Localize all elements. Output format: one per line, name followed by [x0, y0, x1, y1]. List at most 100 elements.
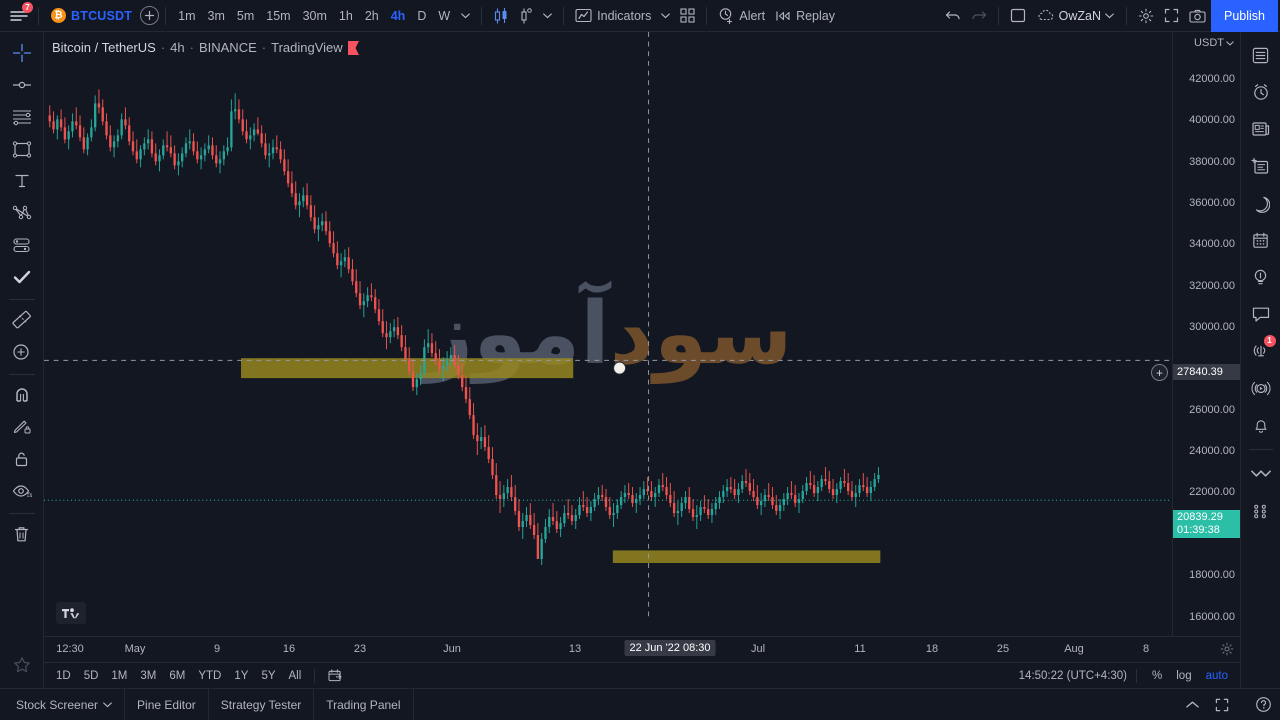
publish-button[interactable]: Publish	[1211, 0, 1278, 32]
range-5Y[interactable]: 5Y	[255, 668, 281, 684]
timeframe-group: 1m 3m 5m 15m 30m 1h 2h 4h D W	[172, 3, 456, 29]
expand-panel-button[interactable]	[1207, 698, 1237, 712]
status-bar-tabs: Stock Screener Pine Editor Strategy Tester…	[4, 689, 414, 720]
alerts-button[interactable]	[1245, 75, 1277, 109]
rectangle-tool[interactable]	[5, 134, 39, 164]
favorites-drawing-tools-button[interactable]	[5, 650, 39, 680]
range-1D[interactable]: 1D	[50, 668, 77, 684]
news-button[interactable]	[1245, 112, 1277, 146]
price-scale-currency-label: USDT	[1194, 37, 1224, 49]
add-symbol-button[interactable]	[140, 6, 160, 25]
crosshair-tool[interactable]	[5, 38, 39, 68]
magnet-tool[interactable]	[5, 380, 39, 410]
statusbar-tab-trading-panel[interactable]: Trading Panel	[314, 689, 414, 720]
statusbar-tab-pine-editor[interactable]: Pine Editor	[125, 689, 209, 720]
statusbar-tab-stock-screener[interactable]: Stock Screener	[4, 689, 126, 720]
collapse-panel-button[interactable]	[1177, 700, 1207, 710]
undo-button[interactable]	[940, 3, 966, 29]
patterns-tool[interactable]	[5, 198, 39, 228]
drawing-mode-tool[interactable]	[5, 412, 39, 442]
rectangle-icon	[12, 140, 31, 158]
go-to-date-button[interactable]	[322, 667, 349, 684]
calendar-button[interactable]	[1245, 223, 1277, 257]
layouts-button[interactable]	[1005, 3, 1031, 29]
public-chat-button[interactable]: 1	[1245, 334, 1277, 368]
price-scale-currency-button[interactable]: USDT	[1173, 32, 1240, 54]
replay-icon	[776, 10, 790, 21]
menu-badge: 7	[22, 1, 33, 13]
hide-drawings-tool[interactable]: fx	[5, 476, 39, 506]
save-layout-button[interactable]: OwZaN	[1031, 3, 1120, 29]
trash-icon	[14, 526, 29, 541]
indicators-dropdown-button[interactable]	[656, 3, 675, 29]
timeframe-D[interactable]: D	[411, 3, 432, 29]
statusbar-tab-label: Stock Screener	[16, 697, 99, 712]
layout-templates-button[interactable]	[675, 3, 700, 29]
notifications-button[interactable]	[1245, 408, 1277, 442]
measure-tool[interactable]	[5, 305, 39, 335]
percent-scale-toggle[interactable]: %	[1146, 668, 1168, 684]
chart-type-button[interactable]	[488, 3, 514, 29]
timeframe-2h[interactable]: 2h	[359, 3, 385, 29]
timeframe-5m[interactable]: 5m	[231, 3, 260, 29]
fullscreen-button[interactable]	[1159, 3, 1184, 29]
time-scale[interactable]: 12:30 May 9 16 23 Jun 13 Jul 11 18 25 Aug 8 22 Jun '2…	[44, 636, 1240, 662]
timeframe-4h[interactable]: 4h	[385, 3, 412, 29]
timeframe-15m[interactable]: 15m	[260, 3, 296, 29]
main-menu-button[interactable]: 7	[6, 1, 33, 29]
chart-style-dropdown-button[interactable]	[538, 3, 557, 29]
range-1M[interactable]: 1M	[105, 668, 133, 684]
sidebar-divider	[1248, 449, 1273, 450]
timeframe-3m[interactable]: 3m	[202, 3, 231, 29]
indicators-button[interactable]: Indicators	[570, 3, 656, 29]
timeframe-1h[interactable]: 1h	[333, 3, 359, 29]
statusbar-tab-strategy-tester[interactable]: Strategy Tester	[209, 689, 315, 720]
redo-button[interactable]	[966, 3, 992, 29]
prediction-tool[interactable]	[5, 230, 39, 260]
range-6M[interactable]: 6M	[163, 668, 191, 684]
timeframe-30m[interactable]: 30m	[297, 3, 333, 29]
object-tree-button[interactable]	[1245, 494, 1277, 528]
symbol-search-button[interactable]: ₿ BTCUSDT	[45, 3, 138, 29]
trend-line-tool[interactable]	[5, 70, 39, 100]
data-window-button[interactable]	[1245, 149, 1277, 183]
watchlist-button[interactable]	[1245, 38, 1277, 72]
hotlist-button[interactable]	[1245, 186, 1277, 220]
remove-drawings-tool[interactable]	[5, 519, 39, 549]
bar-replay-style-button[interactable]	[514, 3, 538, 29]
zoom-in-tool[interactable]	[5, 337, 39, 367]
timeframe-dropdown-button[interactable]	[456, 3, 475, 29]
demand-zone[interactable]	[612, 550, 881, 563]
range-All[interactable]: All	[283, 668, 308, 684]
range-5D[interactable]: 5D	[78, 668, 105, 684]
timeframe-1m[interactable]: 1m	[172, 3, 201, 29]
ideas-button[interactable]	[1245, 260, 1277, 294]
checkmark-tool[interactable]	[5, 262, 39, 292]
following-button[interactable]	[1245, 457, 1277, 491]
chevron-down-icon	[461, 12, 471, 18]
log-scale-toggle[interactable]: log	[1170, 668, 1197, 684]
timeframe-W[interactable]: W	[432, 3, 456, 29]
range-YTD[interactable]: YTD	[192, 668, 227, 684]
time-scale-settings-button[interactable]	[1220, 642, 1234, 656]
chart-settings-button[interactable]	[1133, 3, 1159, 29]
help-button[interactable]	[1246, 696, 1280, 713]
price-chart[interactable]	[44, 32, 1172, 622]
replay-button[interactable]: Replay	[770, 3, 840, 29]
lock-drawings-tool[interactable]	[5, 444, 39, 474]
crosshair-icon	[12, 43, 31, 63]
snapshot-button[interactable]	[1184, 3, 1211, 29]
text-tool[interactable]	[5, 166, 39, 196]
stream-button[interactable]	[1245, 371, 1277, 405]
auto-scale-toggle[interactable]: auto	[1200, 668, 1234, 684]
tradingview-logo-button[interactable]	[56, 602, 86, 624]
alert-button[interactable]: Alert	[713, 3, 770, 29]
range-1Y[interactable]: 1Y	[228, 668, 254, 684]
range-3M[interactable]: 3M	[134, 668, 162, 684]
chat-button[interactable]	[1245, 297, 1277, 331]
chart-canvas-area[interactable]: سودآموز Bitcoin / TetherUS · 4h · BINANC…	[44, 32, 1172, 636]
supply-zone[interactable]	[241, 358, 574, 379]
fib-retracement-tool[interactable]	[5, 102, 39, 132]
price-scale[interactable]: USDT 42000.00 40000.00 38000.00 36000.00 340…	[1151, 32, 1240, 636]
toolbar-divider	[165, 6, 167, 25]
